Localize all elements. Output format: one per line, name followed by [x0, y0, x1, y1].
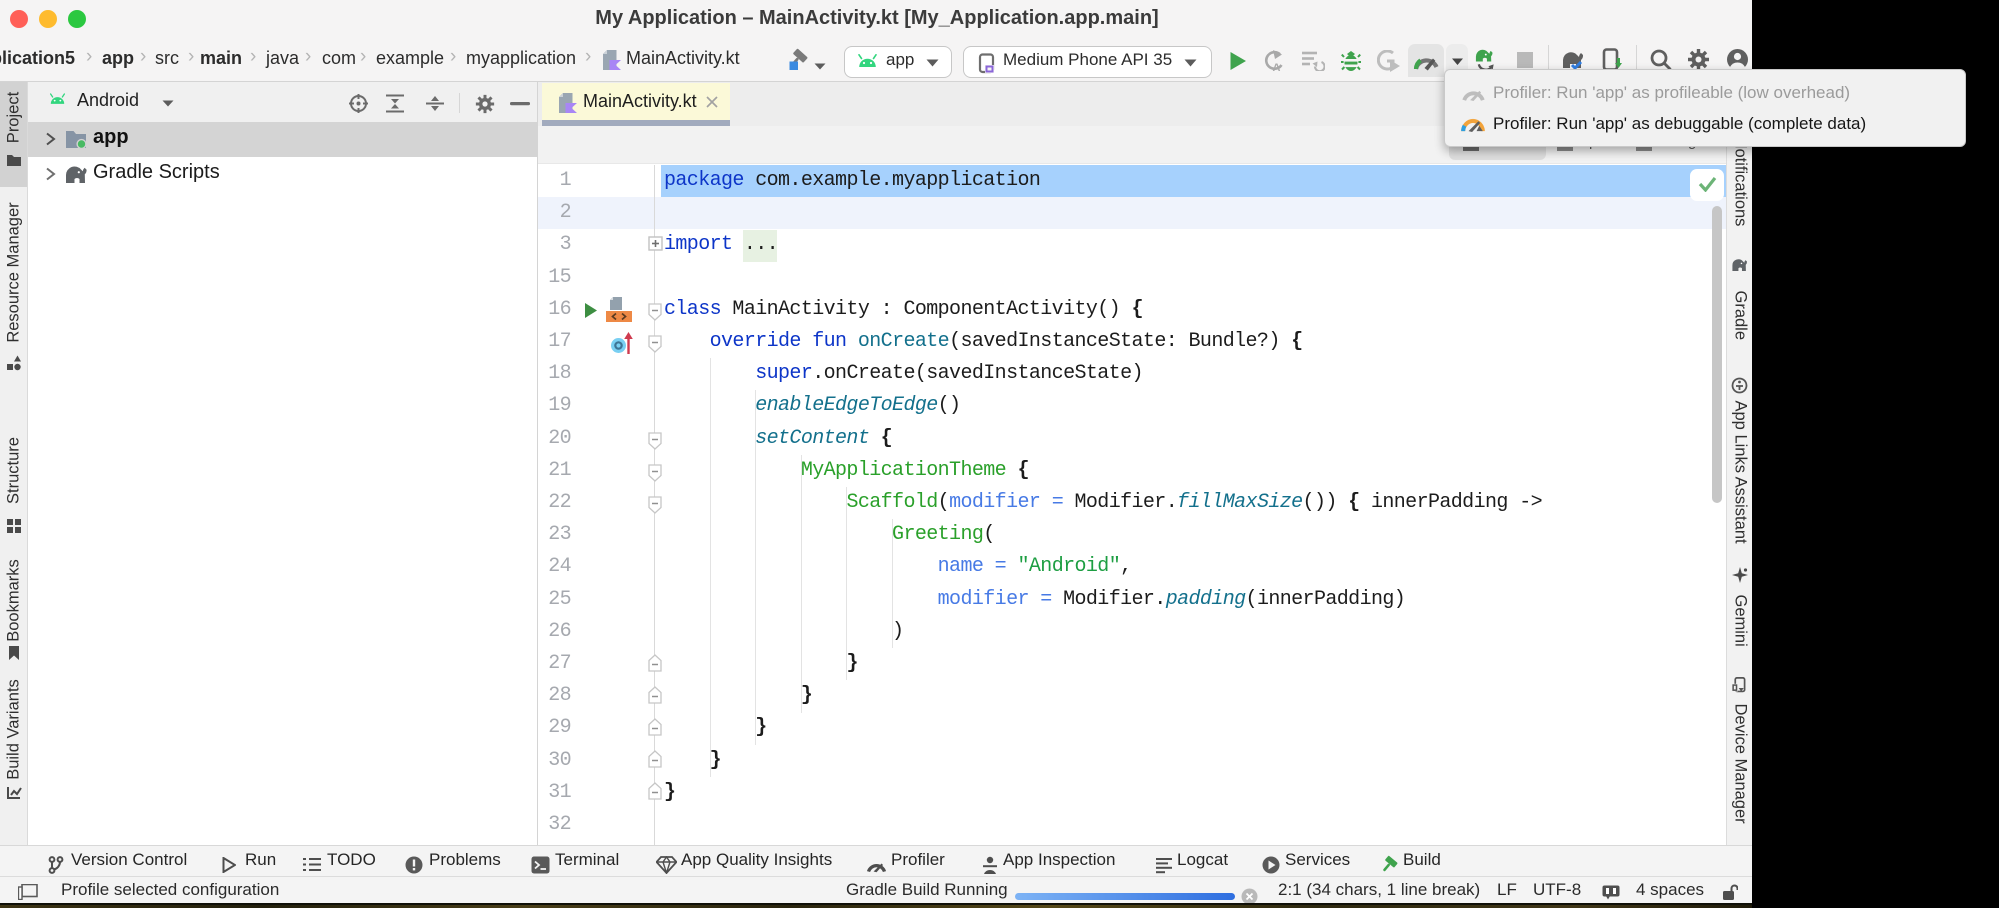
svg-text:A: A	[1273, 62, 1281, 72]
